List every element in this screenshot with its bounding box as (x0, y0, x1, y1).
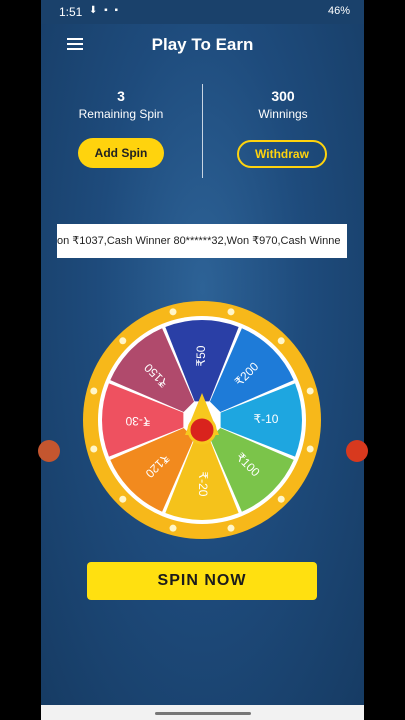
rim-light (277, 337, 285, 345)
rim-light (119, 337, 127, 345)
wheel-segment-label: ₹-30 (125, 414, 150, 428)
rim-light (169, 308, 177, 316)
app-screen: 1:51 ⬇ ▪ ▪ 46% Play To Earn 3 Remaining … (41, 0, 364, 720)
rim-light (169, 524, 177, 532)
rim-light (90, 387, 98, 395)
rim-light (227, 524, 235, 532)
wheel-segment-label: ₹-10 (254, 412, 279, 426)
remaining-spin-stat: 3 Remaining Spin (51, 88, 191, 121)
rim-light (119, 495, 127, 503)
spin-now-button[interactable]: SPIN NOW (87, 562, 317, 600)
page-title: Play To Earn (151, 35, 254, 54)
wheel-segment-label: ₹-20 (196, 472, 210, 497)
withdraw-button[interactable]: Withdraw (237, 140, 327, 168)
edge-edit-icon[interactable] (38, 440, 60, 462)
wheel-segment-label: ₹50 (194, 345, 208, 366)
rim-light (306, 445, 314, 453)
ticker-text: on ₹1037,Cash Winner 80******32,Won ₹970… (57, 235, 341, 247)
remaining-spin-label: Remaining Spin (78, 107, 164, 121)
status-time: 1:51 (59, 5, 83, 19)
rim-light (306, 387, 314, 395)
edge-floating-button[interactable] (346, 440, 368, 462)
winnings-count: 300 (271, 88, 295, 104)
winnings-label: Winnings (258, 107, 308, 121)
notification-icons: ⬇ ▪ ▪ (89, 5, 121, 16)
rim-light (90, 445, 98, 453)
app-bar: Play To Earn (41, 24, 364, 66)
winnings-stat: 300 Winnings (213, 88, 353, 121)
wheel-hub (187, 415, 217, 445)
stats-divider (202, 84, 203, 178)
winners-ticker: on ₹1037,Cash Winner 80******32,Won ₹970… (57, 224, 347, 258)
rim-light (277, 495, 285, 503)
spin-wheel[interactable]: ₹50₹200₹-10₹100₹-20₹120₹-30₹150 (41, 296, 364, 546)
home-gesture-pill[interactable] (155, 712, 251, 715)
add-spin-button[interactable]: Add Spin (78, 138, 164, 168)
battery-level: 46% (327, 5, 350, 17)
rim-light (227, 308, 235, 316)
system-nav-bar (41, 705, 364, 720)
remaining-spin-count: 3 (117, 88, 125, 104)
status-bar: 1:51 ⬇ ▪ ▪ 46% (41, 0, 364, 24)
